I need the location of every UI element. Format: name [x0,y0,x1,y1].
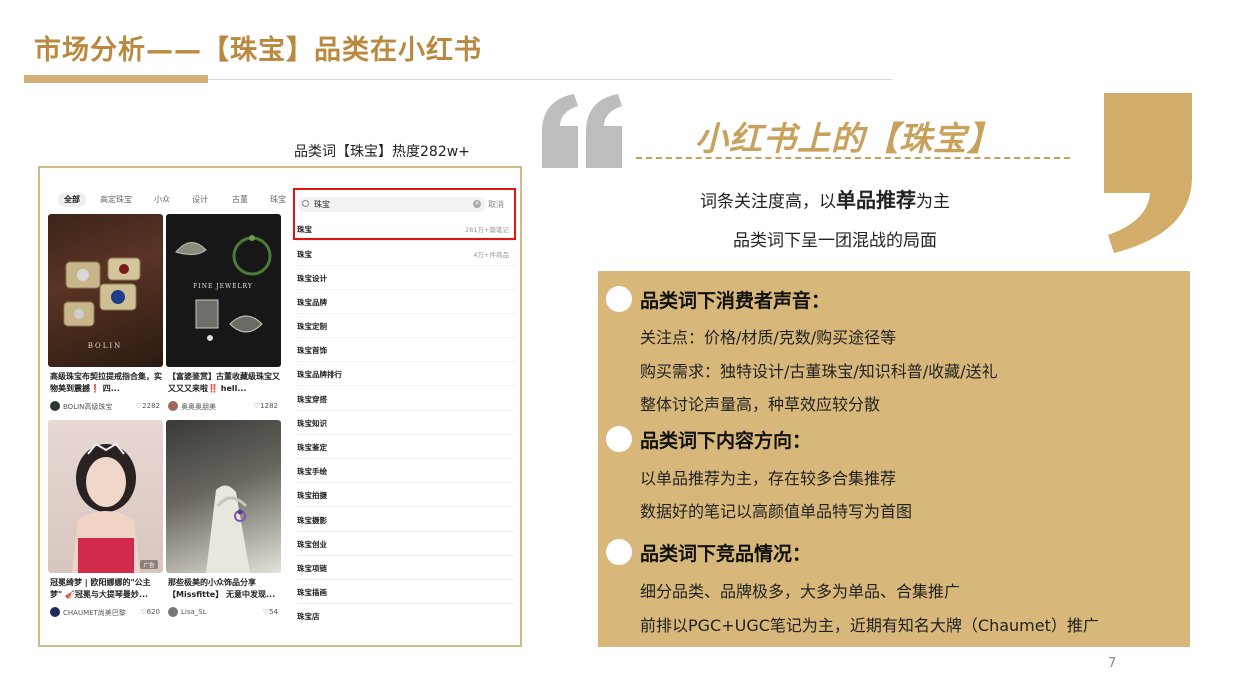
note-cover-image: BOLIN [48,214,163,367]
summary-line-1: 词条关注度高，以单品推荐为主 [700,184,950,213]
avatar [50,607,60,617]
suggestion-row[interactable]: 珠宝鉴定 [297,435,515,459]
note-card[interactable]: 广告 冠冕绮梦 | 欧阳娜娜的"公主梦" 🎻冠冕与大提琴曼妙... CHAUME… [48,420,163,622]
suggestion-row[interactable]: 珠宝拍摄 [297,483,515,507]
suggestion-keyword: 珠宝品牌排行 [297,370,342,379]
like-count[interactable]: ♡2282 [136,402,160,410]
suggestion-row[interactable]: 珠宝设计 [297,266,515,290]
feed-tab-bar: 全部 高定珠宝 小众 设计 古董 珠宝 [52,192,288,208]
suggestion-keyword: 珠宝手绘 [297,467,327,476]
suggestion-keyword: 珠宝项链 [297,564,327,573]
note-card[interactable]: 那些极美的小众饰品分享【Missfitte】 无意中发现... Lisa_SL … [166,420,281,622]
suggestion-keyword: 珠宝拍摄 [297,491,327,500]
suggestion-keyword: 珠宝品牌 [297,298,327,307]
note-cover-image: 广告 [48,420,163,573]
tab-haute-jewelry[interactable]: 高定珠宝 [100,194,132,205]
author-name: CHAUMET尚美巴黎 [63,609,126,617]
tab-antique[interactable]: 古董 [232,194,248,205]
search-highlight-box [293,188,516,240]
note-title: 【富婆鉴赏】古董收藏级珠宝又又又又来啦‼️ hell... [168,372,280,393]
suggestion-keyword: 珠宝 [297,250,312,259]
suggestion-row[interactable]: 珠宝穿搭 [297,387,515,411]
summary-emphasis: 单品推荐 [836,188,916,212]
headline-dashed-rule [636,157,1070,159]
bullet-dot [606,539,632,565]
avatar [168,607,178,617]
suggestion-keyword: 珠宝首饰 [297,346,327,355]
section-title: 品类词下消费者声音： [640,290,831,312]
title-divider [208,79,892,80]
suggestion-row[interactable]: 珠宝创业 [297,532,515,556]
note-cover-image: FINE JEWELRY [166,214,281,367]
summary-text: 词条关注度高，以 [700,192,836,212]
summary-text: 为主 [916,192,950,212]
close-quote-icon [1104,93,1192,253]
bullet-dot [606,426,632,452]
suggestion-row[interactable]: 珠宝项链 [297,556,515,580]
like-count[interactable]: ♡1282 [254,402,278,410]
note-card[interactable]: BOLIN 高级珠宝布契拉提戒指合集，实物美到震撼❗ 四... BOLIN高级珠… [48,214,163,414]
brand-watermark: BOLIN [88,342,123,350]
suggestion-row[interactable]: 珠宝插画 [297,580,515,604]
suggestion-keyword: 珠宝店 [297,612,320,621]
antique-jewelry-illustration: FINE JEWELRY [175,235,272,341]
suggestion-count: 4万+件商品 [473,251,509,259]
section-line: 以单品推荐为主，存在较多合集推荐 [640,469,897,488]
summary-headline: 小红书上的【珠宝】 [695,119,1001,158]
suggestion-row[interactable]: 珠宝定制 [297,314,515,338]
title-underline-bar [24,75,208,83]
summary-line-2: 品类词下呈一团混战的局面 [733,231,937,251]
tab-jewelry[interactable]: 珠宝 [270,194,286,205]
rings-illustration: BOLIN [63,257,141,350]
section-line: 细分品类、品牌极多，大多为单品、合集推广 [640,582,961,601]
suggestion-keyword: 珠宝设计 [297,274,327,283]
tab-design[interactable]: 设计 [192,194,208,205]
suggestion-keyword: 珠宝创业 [297,540,327,549]
suggestion-keyword: 珠宝穿搭 [297,395,327,404]
tab-all[interactable]: 全部 [58,192,86,207]
suggestion-row[interactable]: 珠宝品牌排行 [297,362,515,386]
suggestion-row[interactable]: 珠宝知识 [297,411,515,435]
suggestion-row[interactable]: 珠宝手绘 [297,459,515,483]
suggestion-keyword: 珠宝鉴定 [297,443,327,452]
author-name: Lisa_SL [181,608,207,616]
bullet-dot [606,286,632,312]
suggestion-row[interactable]: 珠宝 4万+件商品 [297,242,515,266]
avatar [168,401,178,411]
suggestion-row[interactable]: 珠宝首饰 [297,338,515,362]
tab-niche[interactable]: 小众 [154,194,170,205]
section-title: 品类词下竞品情况： [640,543,812,565]
overlay-text: FINE JEWELRY [193,283,253,290]
author-name: 奥奥奥朋美 [181,403,216,411]
note-title: 那些极美的小众饰品分享【Missfitte】 无意中发现... [168,578,276,599]
slide-title: 市场分析——【珠宝】品类在小红书 [34,35,482,66]
ad-tag: 广告 [143,561,155,569]
like-count[interactable]: ♡54 [263,608,278,616]
section-line: 整体讨论声量高，种草效应较分散 [640,395,881,414]
suggestion-row[interactable]: 珠宝品牌 [297,290,515,314]
suggestion-keyword: 珠宝知识 [297,419,327,428]
section-line: 购买需求：独特设计/古董珠宝/知识科普/收藏/送礼 [640,362,998,381]
screenshot-caption: 品类词【珠宝】热度282w+ [294,144,470,160]
note-title: 高级珠宝布契拉提戒指合集，实物美到震撼❗ 四... [50,372,162,393]
section-line: 数据好的笔记以高颜值单品特写为首图 [640,502,913,521]
like-count[interactable]: ♡620 [140,608,160,616]
portrait-illustration: 广告 [72,442,158,573]
suggestion-row[interactable]: 珠宝摄影 [297,508,515,532]
note-title: 冠冕绮梦 | 欧阳娜娜的"公主梦" 🎻冠冕与大提琴曼妙... [50,578,151,599]
open-quote-icon [542,94,622,168]
author-name: BOLIN高级珠宝 [63,403,113,411]
suggestion-keyword: 珠宝摄影 [297,516,327,525]
avatar [50,401,60,411]
page-number: 7 [1108,656,1117,671]
hand-ring-illustration [206,485,250,573]
section-line: 关注点：价格/材质/克数/购买途径等 [640,328,897,347]
suggestion-keyword: 珠宝插画 [297,588,327,597]
note-card[interactable]: FINE JEWELRY 【富婆鉴赏】古董收藏级珠宝又又又又来啦‼️ hell.… [166,214,281,414]
note-cover-image [166,420,281,573]
suggestion-keyword: 珠宝定制 [297,322,327,331]
section-title: 品类词下内容方向： [640,430,812,452]
suggestion-row[interactable]: 珠宝店 [297,604,515,628]
section-line: 前排以PGC+UGC笔记为主，近期有知名大牌（Chaumet）推广 [640,616,1099,635]
